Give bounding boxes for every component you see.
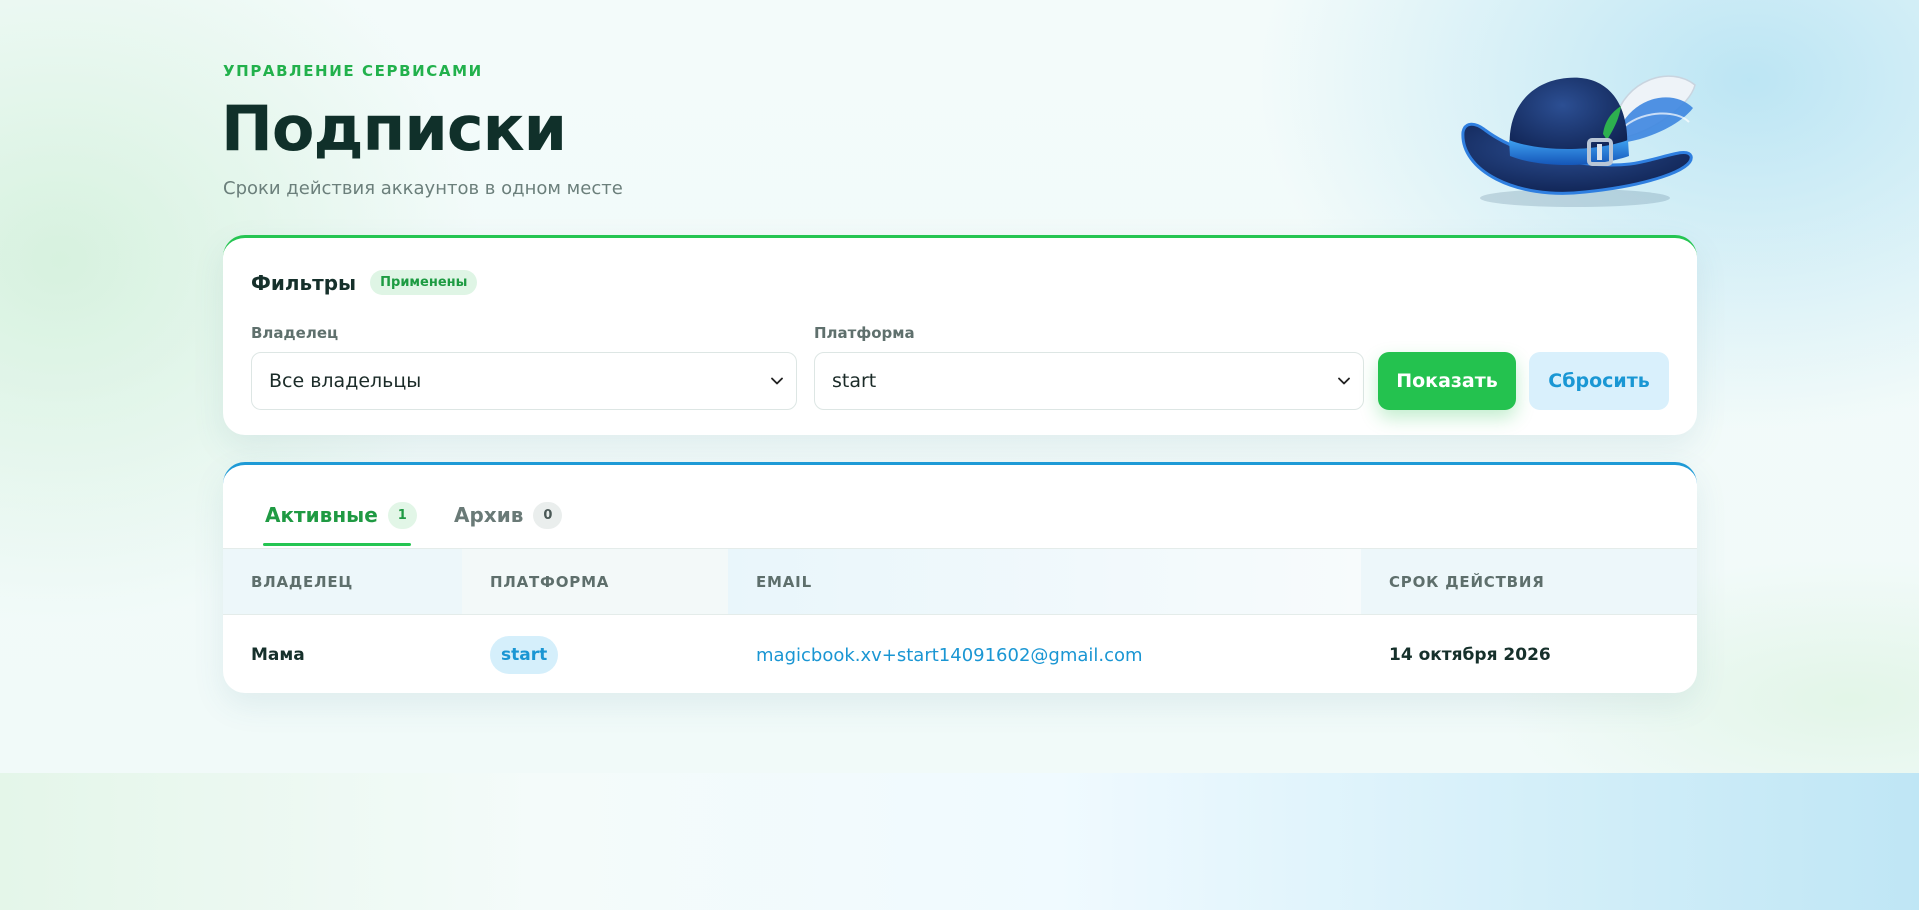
active-tab-indicator: [263, 543, 411, 546]
platform-select[interactable]: start: [814, 352, 1364, 410]
filters-status-badge: Применены: [370, 270, 478, 295]
tab-archive-count: 0: [533, 501, 563, 529]
platform-pill: start: [490, 636, 559, 674]
reset-button[interactable]: Сбросить: [1529, 352, 1669, 410]
column-header-expires: СРОК ДЕЙСТВИЯ: [1361, 549, 1697, 614]
page-subtitle: Сроки действия аккаунтов в одном месте: [223, 178, 623, 199]
show-button[interactable]: Показать: [1378, 352, 1516, 410]
row-platform-cell: start: [462, 636, 728, 674]
subscriptions-card: Активные 1 Архив 0 ВЛАДЕЛЕЦ ПЛАТФОРМА EM…: [223, 462, 1697, 693]
tab-active-label: Активные: [265, 503, 378, 527]
section-eyebrow: УПРАВЛЕНИЕ СЕРВИСАМИ: [223, 62, 483, 80]
platform-select-value: start: [832, 370, 877, 392]
filters-title: Фильтры: [251, 270, 357, 295]
table-header: ВЛАДЕЛЕЦ ПЛАТФОРМА EMAIL СРОК ДЕЙСТВИЯ: [223, 549, 1697, 615]
table-row: Мама start magicbook.xv+start14091602@gm…: [223, 615, 1697, 693]
tab-archive-label: Архив: [454, 503, 524, 527]
musketeer-hat-icon: [1461, 75, 1696, 207]
tabs-bar: Активные 1 Архив 0: [223, 465, 1697, 549]
chevron-down-icon: [1338, 377, 1350, 385]
tab-active-count: 1: [387, 501, 417, 529]
column-header-platform: ПЛАТФОРМА: [462, 549, 728, 614]
filters-header: Фильтры Применены: [251, 270, 478, 295]
row-email-link[interactable]: magicbook.xv+start14091602@gmail.com: [728, 645, 1361, 666]
tab-archive[interactable]: Архив 0: [454, 497, 563, 533]
page-title: Подписки: [221, 92, 567, 165]
filters-card: Фильтры Применены Владелец Все владельцы…: [223, 235, 1697, 435]
tab-active[interactable]: Активные 1: [265, 497, 417, 533]
platform-filter-label: Платформа: [814, 324, 915, 342]
owner-filter-label: Владелец: [251, 324, 339, 342]
owner-select-value: Все владельцы: [269, 370, 422, 392]
column-header-email: EMAIL: [728, 549, 1361, 614]
row-expires: 14 октября 2026: [1389, 645, 1551, 665]
column-header-owner: ВЛАДЕЛЕЦ: [223, 549, 462, 614]
chevron-down-icon: [771, 377, 783, 385]
row-owner: Мама: [251, 645, 305, 665]
owner-select[interactable]: Все владельцы: [251, 352, 797, 410]
